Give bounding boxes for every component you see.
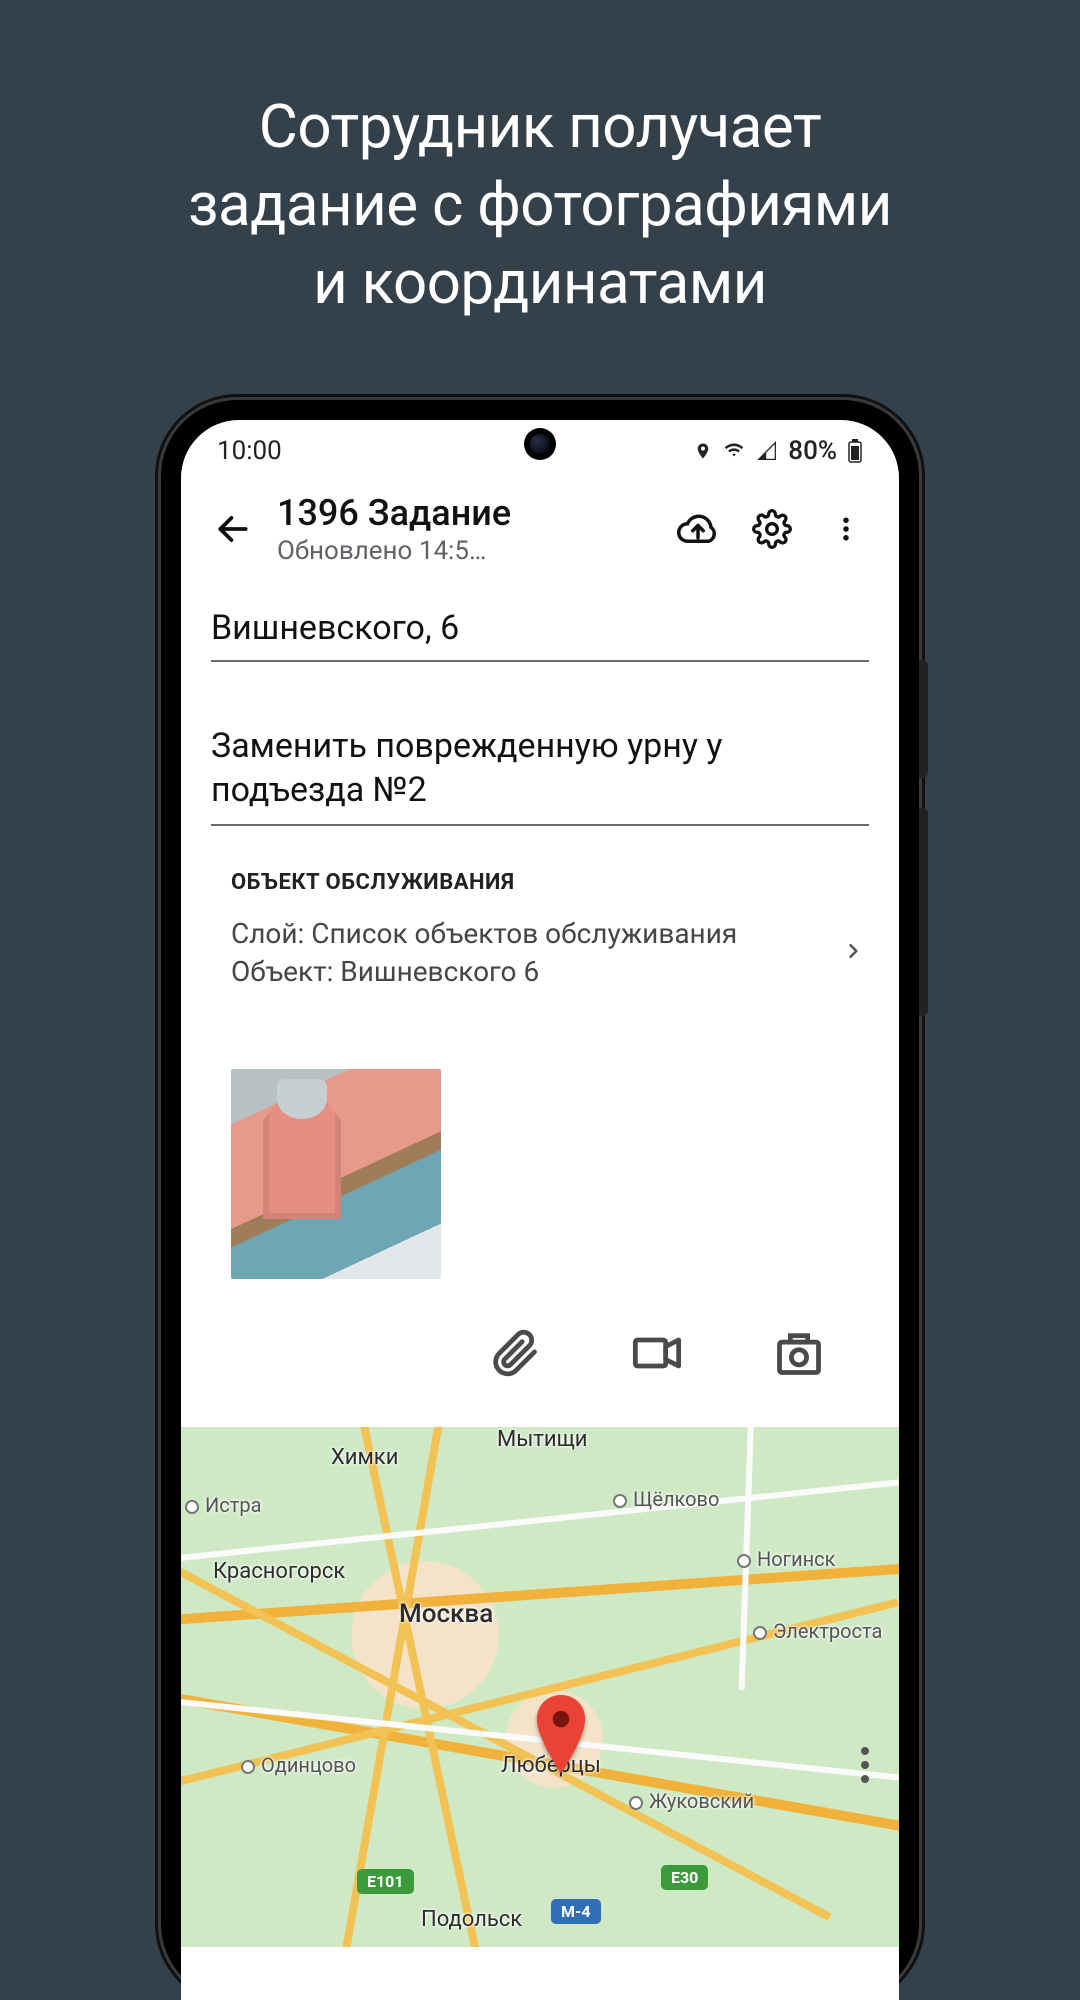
signal-icon <box>756 441 778 461</box>
record-video-button[interactable] <box>629 1327 685 1383</box>
map-city-label: Химки <box>331 1445 398 1470</box>
address-field[interactable]: Вишневского, 6 <box>211 592 869 662</box>
attachment-thumbnail[interactable] <box>231 1069 441 1279</box>
map-overflow-button[interactable] <box>861 1747 869 1783</box>
description-field[interactable]: Заменить поврежденную урну у подъезда №2 <box>211 708 869 826</box>
location-icon <box>694 440 712 462</box>
phone-screen: 10:00 80% 139 <box>181 420 899 2000</box>
object-layer-text: Слой: Список объектов обслуживания <box>231 915 737 953</box>
chevron-right-icon <box>843 935 863 971</box>
paperclip-icon <box>489 1327 541 1379</box>
battery-percent: 80% <box>788 436 837 466</box>
dot-icon <box>861 1747 869 1755</box>
map-route-shield: M-4 <box>551 1899 601 1924</box>
object-name-text: Объект: Вишневского 6 <box>231 953 737 991</box>
back-button[interactable] <box>203 499 263 559</box>
promo-line-1: Сотрудник получает <box>0 88 1080 166</box>
map-city-label: Москва <box>399 1599 493 1629</box>
arrow-left-icon <box>214 510 252 548</box>
map-city-label: Красногорск <box>213 1559 345 1584</box>
camera-icon <box>773 1327 825 1379</box>
app-bar: 1396 Задание Обновлено 14:5… <box>181 482 899 580</box>
dot-icon <box>861 1775 869 1783</box>
map-city-label: Электроста <box>753 1619 882 1643</box>
upload-button[interactable] <box>665 499 731 559</box>
map-city-label: Ногинск <box>737 1547 835 1571</box>
video-camera-icon <box>629 1327 685 1379</box>
task-updated-label: Обновлено 14:5… <box>277 536 657 566</box>
map-city-label: Щёлково <box>613 1487 719 1511</box>
cloud-upload-icon <box>677 508 719 550</box>
service-object-label: ОБЪЕКТ ОБСЛУЖИВАНИЯ <box>211 870 869 895</box>
promo-line-2: задание с фотографиями <box>0 166 1080 244</box>
address-value: Вишневского, 6 <box>211 608 459 648</box>
gear-icon <box>752 509 792 549</box>
map-route-shield: E101 <box>357 1869 414 1894</box>
phone-side-button-2 <box>919 808 928 1016</box>
map-route-shield: E30 <box>661 1865 708 1890</box>
front-camera <box>524 428 556 460</box>
status-time: 10:00 <box>217 436 282 466</box>
task-content: Вишневского, 6 Заменить поврежденную урн… <box>181 580 899 1427</box>
battery-icon <box>847 439 863 463</box>
map-city-label: Одинцово <box>241 1753 356 1777</box>
phone-frame: 10:00 80% 139 <box>161 400 919 2000</box>
overflow-menu-button[interactable] <box>813 499 879 559</box>
attachment-actions <box>211 1279 869 1427</box>
dot-icon <box>861 1761 869 1769</box>
take-photo-button[interactable] <box>773 1327 825 1383</box>
wifi-icon <box>722 441 746 461</box>
app-bar-titles: 1396 Задание Обновлено 14:5… <box>271 492 657 566</box>
phone-side-button-1 <box>919 660 928 778</box>
map-view[interactable]: Химки Мытищи Истра Щёлково Красногорск Н… <box>181 1427 899 1947</box>
task-title: 1396 Задание <box>277 492 657 534</box>
attach-file-button[interactable] <box>489 1327 541 1383</box>
promo-headline: Сотрудник получает задание с фотографиям… <box>0 88 1080 322</box>
more-vert-icon <box>831 509 861 549</box>
map-city-label: Истра <box>185 1493 261 1517</box>
map-city-label: Мытищи <box>497 1427 587 1452</box>
settings-button[interactable] <box>739 499 805 559</box>
description-value: Заменить поврежденную урну у подъезда №2 <box>211 726 722 810</box>
map-city-label: Жуковский <box>629 1789 754 1813</box>
map-pin-icon <box>533 1695 589 1773</box>
promo-line-3: и координатами <box>0 244 1080 322</box>
service-object-row[interactable]: Слой: Список объектов обслуживания Объек… <box>211 895 869 991</box>
